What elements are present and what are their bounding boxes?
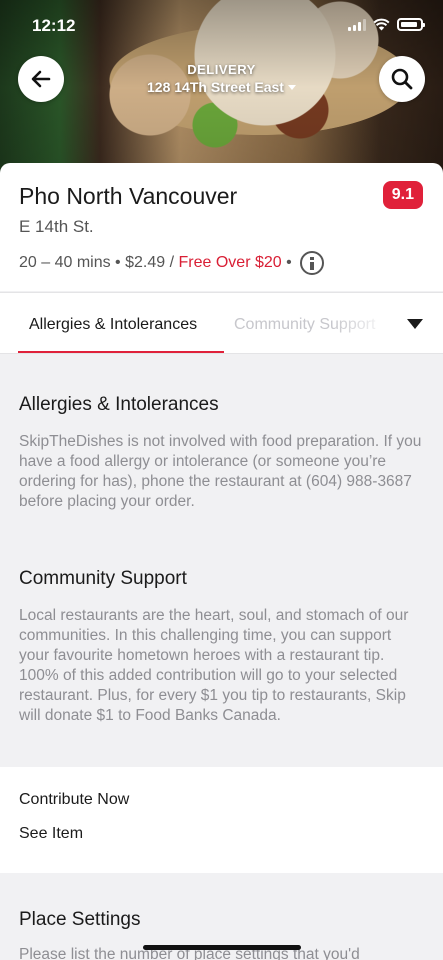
delivery-label: DELIVERY xyxy=(187,62,256,77)
contribute-card: Contribute Now See Item xyxy=(0,767,443,873)
section-tabs: Allergies & Intolerances Community Suppo… xyxy=(0,292,443,354)
restaurant-street: E 14th St. xyxy=(19,217,94,236)
search-icon xyxy=(391,68,413,90)
separator-dot: • xyxy=(110,254,126,271)
active-tab-indicator xyxy=(18,351,224,353)
delivery-address: 128 14Th Street East xyxy=(147,79,284,95)
delivery-fee: $2.49 xyxy=(125,254,166,271)
community-heading: Community Support xyxy=(19,568,187,589)
status-icons xyxy=(348,18,425,31)
delivery-eta: 20 – 40 mins xyxy=(19,254,111,271)
separator-slash: / xyxy=(165,254,179,271)
delivery-address-selector[interactable]: DELIVERY 128 14Th Street East xyxy=(0,62,443,95)
restaurant-info-card: Pho North Vancouver 9.1 E 14th St. 20 – … xyxy=(0,163,443,291)
community-text: Local restaurants are the heart, soul, a… xyxy=(19,607,409,724)
caret-down-icon xyxy=(287,85,296,90)
tab-allergies[interactable]: Allergies & Intolerances xyxy=(29,316,197,334)
rating-badge: 9.1 xyxy=(382,181,423,209)
allergies-heading: Allergies & Intolerances xyxy=(19,394,219,415)
tab-fade xyxy=(333,293,443,353)
community-section: Community Support Local restaurants are … xyxy=(0,568,443,726)
home-indicator xyxy=(143,945,301,950)
contribute-now-item[interactable]: Contribute Now xyxy=(19,791,129,809)
see-item-link[interactable]: See Item xyxy=(19,825,83,843)
status-time: 12:12 xyxy=(32,16,76,35)
allergies-text: SkipTheDishes is not involved with food … xyxy=(19,433,422,510)
signal-icon xyxy=(348,19,366,31)
free-delivery-threshold: Free Over $20 xyxy=(178,254,282,271)
allergies-section: Allergies & Intolerances SkipTheDishes i… xyxy=(0,394,443,512)
separator-dot: • xyxy=(281,254,292,271)
place-settings-section: Place Settings Please list the number of… xyxy=(0,909,443,960)
place-settings-heading: Place Settings xyxy=(19,909,141,930)
status-bar: 12:12 xyxy=(0,0,443,52)
wifi-icon xyxy=(373,18,390,31)
restaurant-name: Pho North Vancouver xyxy=(19,183,238,209)
battery-icon xyxy=(397,18,425,31)
delivery-meta: 20 – 40 mins • $2.49 / Free Over $20 • xyxy=(19,251,324,275)
search-button[interactable] xyxy=(379,56,425,102)
tabs-dropdown-icon[interactable] xyxy=(407,319,423,329)
info-icon[interactable] xyxy=(299,251,324,275)
